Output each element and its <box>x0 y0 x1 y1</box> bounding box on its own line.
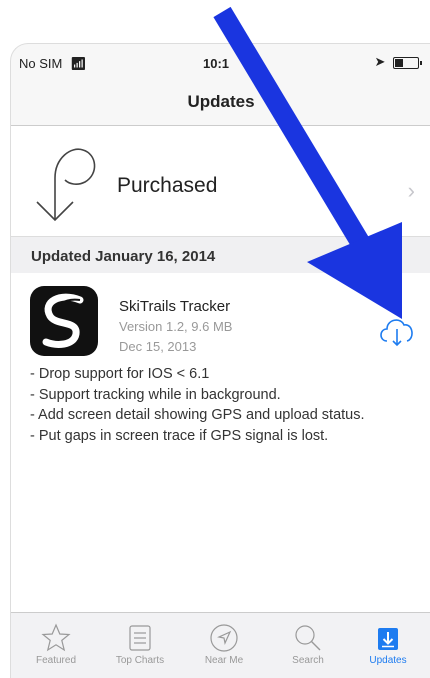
purchased-label: Purchased <box>117 174 218 197</box>
tab-label: Top Charts <box>115 655 165 666</box>
app-release-date: Dec 15, 2013 <box>119 339 197 354</box>
release-note-line: - Add screen detail showing GPS and uplo… <box>30 407 365 423</box>
purchased-arrow-icon <box>36 148 96 222</box>
update-item: SkiTrails Tracker Version 1.2, 9.6 MB De… <box>11 273 430 613</box>
purchased-row[interactable]: Purchased › <box>11 126 430 236</box>
tab-featured[interactable]: Featured <box>15 617 97 677</box>
section-header-label: Updated January 16, 2014 <box>31 248 216 265</box>
wifi-icon: 📶︎ <box>69 56 87 71</box>
release-notes: - Drop support for IOS < 6.1 - Support t… <box>30 364 425 446</box>
skitrails-logo-icon <box>42 293 84 348</box>
app-version-size: Version 1.2, 9.6 MB <box>119 319 233 334</box>
updates-icon <box>378 628 398 650</box>
location-icon <box>210 624 238 652</box>
tab-bar: Featured Top Charts Near Me Search Updat… <box>11 612 430 678</box>
tab-search[interactable]: Search <box>267 617 349 677</box>
tab-top-charts[interactable]: Top Charts <box>99 617 181 677</box>
tab-label: Updates <box>369 655 407 666</box>
tab-label: Featured <box>35 655 77 666</box>
tab-label: Near Me <box>204 655 244 666</box>
star-icon <box>41 623 71 652</box>
page-title: Updates <box>187 92 255 111</box>
search-icon <box>295 625 321 651</box>
tab-label: Search <box>292 655 324 666</box>
cloud-download-icon[interactable] <box>377 313 417 349</box>
app-name[interactable]: SkiTrails Tracker <box>119 298 230 315</box>
battery-icon <box>393 56 422 69</box>
location-arrow-icon: ➤ <box>374 54 386 69</box>
section-header: Updated January 16, 2014 <box>11 236 430 274</box>
status-bar: No SIM 📶︎ 10:1 ➤ <box>11 44 430 78</box>
list-icon <box>129 625 151 651</box>
release-note-line: - Support tracking while in background. <box>30 386 281 403</box>
carrier-label: No SIM <box>19 56 63 71</box>
status-time: 10:1 <box>203 56 230 71</box>
chevron-right-icon: › <box>407 178 415 203</box>
release-note-line: - Drop support for IOS < 6.1 <box>30 366 210 382</box>
release-note-line: - Put gaps in screen trace if GPS signal… <box>30 427 329 444</box>
phone-screen: No SIM 📶︎ 10:1 ➤ Updates Purchased › Upd… <box>10 43 430 678</box>
app-icon[interactable] <box>30 286 98 356</box>
tab-updates[interactable]: Updates <box>347 617 429 677</box>
tab-near-me[interactable]: Near Me <box>183 617 265 677</box>
